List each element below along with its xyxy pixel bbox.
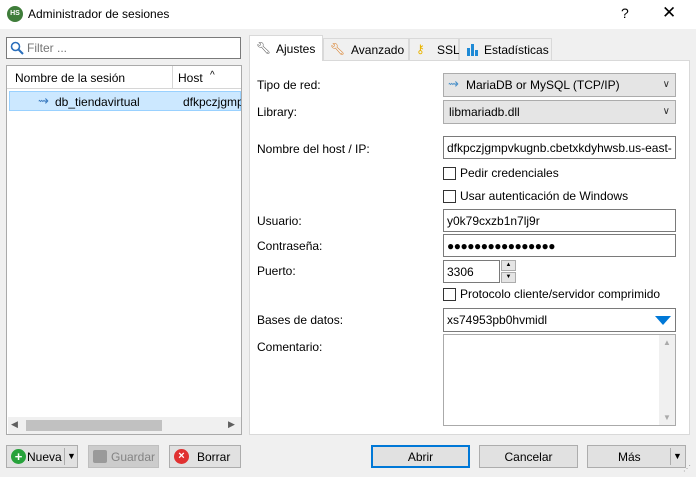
databases-label: Bases de datos: (257, 313, 344, 327)
dolphin-icon: ⇝ (448, 76, 459, 91)
floppy-disk-icon (93, 450, 107, 463)
new-session-label: Nueva (27, 450, 62, 464)
port-input[interactable]: 3306 (443, 260, 500, 283)
tab-label: Avanzado (351, 43, 405, 57)
library-value: libmariadb.dll (449, 105, 520, 119)
more-label: Más (618, 450, 641, 464)
user-value: y0k79cxzb1n7lj9r (447, 214, 540, 228)
plus-icon: + (11, 449, 26, 464)
dolphin-icon: ⇝ (38, 93, 49, 108)
scroll-left-icon[interactable]: ◀ (11, 419, 18, 430)
split-divider (64, 448, 65, 465)
session-host: dfkpczjgmpvkugnb.cbetxkdyhwsb.us-east- (183, 95, 241, 109)
column-header-name[interactable]: Nombre de la sesión (15, 71, 125, 85)
password-label: Contraseña: (257, 239, 323, 253)
dropdown-arrow-icon[interactable] (655, 316, 671, 325)
windows-auth-label: Usar autenticación de Windows (460, 189, 629, 203)
dropdown-arrow-icon[interactable]: ▼ (673, 451, 682, 461)
delete-x-icon: × (174, 449, 189, 464)
databases-select[interactable]: xs74953pb0hvmidl (443, 308, 676, 332)
tab-ssl[interactable]: ⚷ SSL (409, 38, 460, 60)
password-input[interactable]: ●●●●●●●●●●●●●●●● (443, 234, 676, 257)
scroll-down-icon[interactable]: ▼ (663, 413, 671, 422)
password-value: ●●●●●●●●●●●●●●●● (447, 239, 555, 253)
ask-credentials-label: Pedir credenciales (460, 166, 559, 180)
port-value: 3306 (447, 265, 474, 279)
host-input[interactable]: dfkpczjgmpvkugnb.cbetxkdyhwsb.us-east- (443, 136, 676, 159)
network-type-label: Tipo de red: (257, 78, 321, 92)
search-icon (10, 41, 24, 55)
port-label: Puerto: (257, 264, 296, 278)
split-divider (670, 448, 671, 465)
user-input[interactable]: y0k79cxzb1n7lj9r (443, 209, 676, 232)
user-label: Usuario: (257, 214, 302, 228)
session-list-header: Nombre de la sesión Host ^ (7, 66, 241, 89)
new-session-button[interactable]: + Nueva ▼ (6, 445, 78, 468)
cancel-label: Cancelar (504, 450, 553, 464)
port-stepper[interactable]: ▲ ▼ (501, 260, 516, 283)
wrench-icon: 🔧︎ (256, 41, 272, 55)
host-value: dfkpczjgmpvkugnb.cbetxkdyhwsb.us-east- (447, 141, 672, 155)
chevron-down-icon: ∨ (662, 79, 670, 90)
checkbox-box[interactable] (443, 190, 456, 203)
network-type-value: MariaDB or MySQL (TCP/IP) (466, 78, 620, 92)
app-logo-icon: HS (7, 6, 23, 22)
column-header-host[interactable]: Host (178, 71, 203, 85)
network-type-select[interactable]: ⇝ MariaDB or MySQL (TCP/IP) ∨ (443, 73, 676, 97)
compressed-protocol-label: Protocolo cliente/servidor comprimido (460, 287, 661, 301)
tab-label: Estadísticas (484, 43, 549, 57)
increment-icon[interactable]: ▲ (501, 260, 516, 271)
key-icon: ⚷ (416, 42, 425, 56)
filter-input[interactable] (27, 41, 227, 55)
session-row[interactable]: ⇝ db_tiendavirtual dfkpczjgmpvkugnb.cbet… (9, 91, 241, 111)
settings-panel: Tipo de red: ⇝ MariaDB or MySQL (TCP/IP)… (249, 60, 690, 435)
delete-label: Borrar (197, 450, 231, 464)
library-select[interactable]: libmariadb.dll ∨ (443, 100, 676, 124)
chevron-down-icon: ∨ (662, 106, 670, 117)
open-button[interactable]: Abrir (371, 445, 470, 468)
filter-field[interactable] (6, 37, 241, 59)
session-name: db_tiendavirtual (55, 95, 140, 109)
scroll-right-icon[interactable]: ▶ (228, 419, 235, 430)
resize-grip-icon[interactable]: ⋰ (683, 464, 691, 473)
tab-label: SSL (437, 43, 460, 57)
title-bar: HS Administrador de sesiones ? ✕ (0, 0, 696, 29)
library-label: Library: (257, 105, 298, 119)
session-list[interactable]: Nombre de la sesión Host ^ ⇝ db_tiendavi… (6, 65, 242, 435)
delete-button[interactable]: × Borrar (169, 445, 241, 468)
sort-ascending-icon: ^ (210, 70, 215, 81)
tab-label: Ajustes (276, 42, 316, 56)
vertical-scrollbar[interactable]: ▲ ▼ (659, 335, 675, 425)
scroll-thumb[interactable] (26, 420, 162, 431)
checkbox-box[interactable] (443, 288, 456, 301)
tab-estadisticas[interactable]: Estadísticas (459, 38, 552, 60)
bar-chart-icon (467, 44, 478, 56)
scroll-up-icon[interactable]: ▲ (663, 338, 671, 347)
column-divider[interactable] (172, 66, 173, 89)
window-title: Administrador de sesiones (28, 7, 170, 21)
more-button[interactable]: Más ▼ (587, 445, 686, 468)
comment-textarea[interactable]: ▲ ▼ (443, 334, 676, 426)
dropdown-arrow-icon[interactable]: ▼ (67, 451, 76, 461)
wrench-orange-icon: 🔧︎ (330, 42, 346, 56)
decrement-icon[interactable]: ▼ (501, 272, 516, 283)
databases-value: xs74953pb0hvmidl (447, 313, 548, 327)
comment-label: Comentario: (257, 340, 323, 354)
cancel-button[interactable]: Cancelar (479, 445, 578, 468)
save-button[interactable]: Guardar (88, 445, 159, 468)
checkbox-box[interactable] (443, 167, 456, 180)
help-button[interactable]: ? (621, 5, 629, 21)
close-button[interactable]: ✕ (662, 3, 676, 23)
open-label: Abrir (407, 450, 434, 464)
tab-ajustes[interactable]: 🔧︎ Ajustes (249, 35, 323, 61)
host-label: Nombre del host / IP: (257, 142, 370, 156)
save-label: Guardar (111, 450, 156, 464)
tab-avanzado[interactable]: 🔧︎ Avanzado (323, 38, 409, 60)
horizontal-scrollbar[interactable]: ◀ ▶ (8, 417, 241, 434)
